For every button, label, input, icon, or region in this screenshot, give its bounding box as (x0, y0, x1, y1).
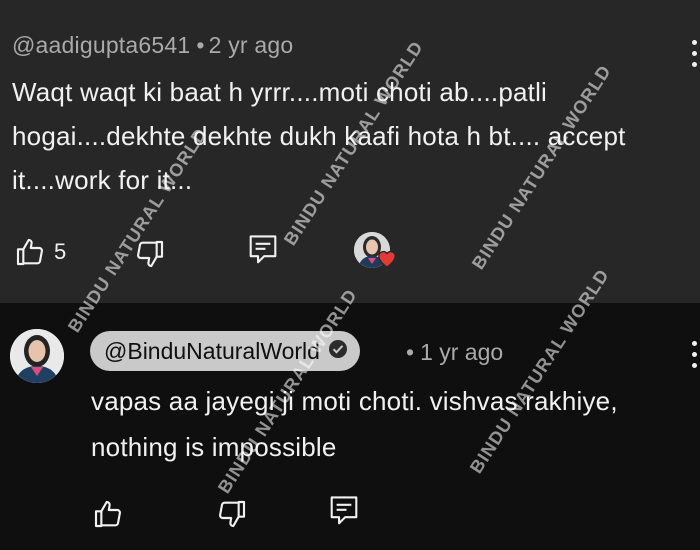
reply-icon[interactable] (329, 495, 359, 527)
meta-separator: • (196, 32, 205, 58)
creator-heart-icon (376, 248, 398, 273)
comment-time[interactable]: 2 yr ago (209, 32, 294, 58)
comment-author[interactable]: @aadigupta6541 (12, 32, 190, 58)
reply-avatar[interactable] (10, 329, 64, 383)
reply-icon[interactable] (248, 234, 278, 266)
like-count: 5 (54, 239, 67, 264)
comment-like-group: 5 (14, 236, 66, 268)
comment-meta: @aadigupta6541 • 2 yr ago (12, 32, 293, 59)
thumbs-up-icon[interactable] (92, 498, 124, 530)
more-vert-icon[interactable] (692, 40, 697, 73)
more-vert-icon[interactable] (692, 341, 697, 374)
reply-meta: • 1 yr ago (406, 339, 503, 366)
thumbs-down-icon[interactable] (216, 498, 248, 530)
reply-author: @BinduNaturalWorld (104, 337, 320, 364)
reply-text: vapas aa jayegi ji moti choti. vishvas r… (91, 386, 618, 462)
creator-heart (354, 232, 396, 272)
meta-separator: • (406, 339, 415, 365)
reply-time[interactable]: 1 yr ago (420, 339, 503, 365)
thumbs-up-icon[interactable] (14, 236, 46, 268)
